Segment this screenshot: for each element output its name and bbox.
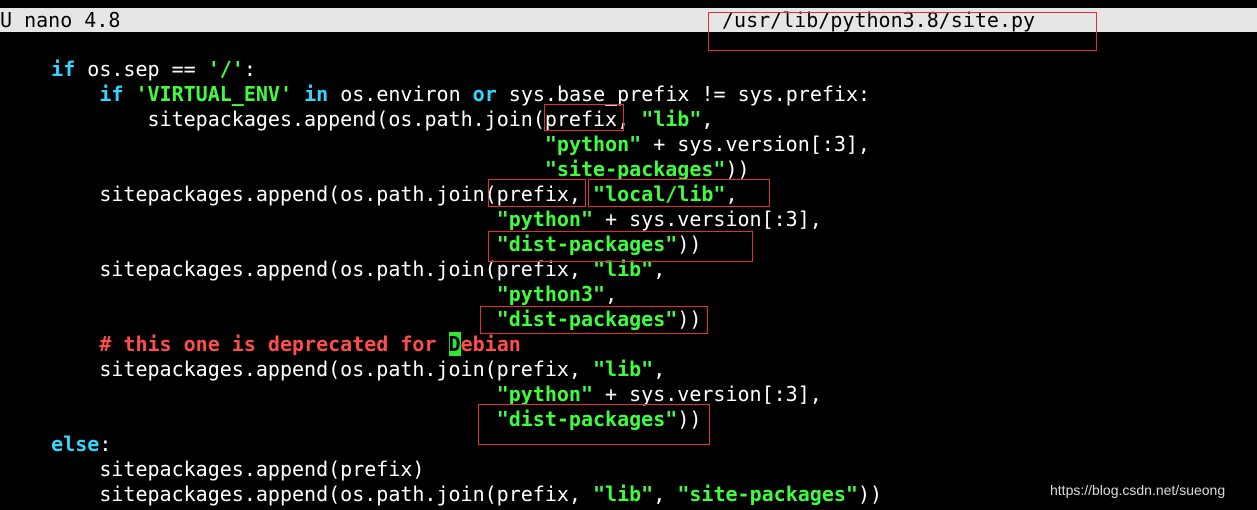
code-text: , bbox=[653, 482, 678, 506]
string-literal: "site-packages" bbox=[544, 157, 726, 181]
code-text: , bbox=[701, 107, 714, 131]
comment: # this one is deprecated for bbox=[99, 332, 449, 356]
code-line-1: if os.sep == '/': bbox=[3, 57, 256, 82]
code-text: )) bbox=[725, 157, 750, 181]
code-text: sitepackages.append(os.path.join(prefix, bbox=[99, 482, 594, 506]
keyword: in bbox=[304, 82, 329, 106]
code-text: sitepackages.append(prefix) bbox=[99, 457, 425, 481]
annotation-box-dist-packages-2 bbox=[480, 306, 708, 334]
keyword: else bbox=[51, 432, 100, 456]
code-text: , bbox=[653, 357, 666, 381]
code-line-12: # this one is deprecated for Debian bbox=[3, 332, 521, 357]
code-text: sitepackages.append(os.path.join(prefix, bbox=[99, 357, 594, 381]
annotation-box-dist-packages-3 bbox=[478, 404, 710, 445]
code-line-2: if 'VIRTUAL_ENV' in os.environ or sys.ba… bbox=[3, 82, 870, 107]
code-text: + sys.version[:3], bbox=[641, 132, 870, 156]
code-text: os.sep == bbox=[75, 57, 208, 81]
keyword: if bbox=[99, 82, 124, 106]
code-line-16: else: bbox=[3, 432, 111, 457]
string-literal: "lib" bbox=[593, 482, 654, 506]
annotation-box-prefix bbox=[544, 104, 624, 131]
code-text: + sys.version[:3], bbox=[593, 207, 822, 231]
code-text: : bbox=[99, 432, 112, 456]
code-line-17: sitepackages.append(prefix) bbox=[3, 457, 424, 482]
code-text: , bbox=[605, 282, 618, 306]
string-literal: 'VIRTUAL_ENV' bbox=[135, 82, 293, 106]
string-literal: "python" bbox=[544, 132, 642, 156]
code-line-13: sitepackages.append(os.path.join(prefix,… bbox=[3, 357, 665, 382]
code-line-10: "python3", bbox=[3, 282, 617, 307]
code-text: : bbox=[243, 57, 256, 81]
string-literal: "site-packages" bbox=[677, 482, 858, 506]
string-literal: '/' bbox=[207, 57, 244, 81]
editor-name: U nano 4.8 bbox=[0, 8, 121, 32]
string-literal: "python" bbox=[496, 207, 594, 231]
annotation-box-prefix-2 bbox=[488, 179, 586, 207]
string-literal: "python3" bbox=[496, 282, 606, 306]
annotation-box-file-path bbox=[708, 12, 1097, 51]
code-text: + sys.version[:3], bbox=[593, 382, 822, 406]
code-text: )) bbox=[857, 482, 883, 506]
keyword: if bbox=[51, 57, 76, 81]
code-text: os.environ bbox=[328, 82, 473, 106]
string-literal: "python" bbox=[496, 382, 594, 406]
annotation-box-local-lib bbox=[588, 179, 770, 207]
keyword: or bbox=[472, 82, 497, 106]
code-line-4: "python" + sys.version[:3], bbox=[3, 132, 870, 157]
text-cursor: D bbox=[448, 332, 461, 356]
string-literal: "lib" bbox=[641, 107, 702, 131]
annotation-box-dist-packages-1 bbox=[488, 231, 753, 262]
code-line-18: sitepackages.append(os.path.join(prefix,… bbox=[3, 482, 882, 507]
comment: ebian bbox=[460, 332, 521, 356]
watermark: https://blog.csdn.net/sueong bbox=[1050, 482, 1226, 498]
string-literal: "lib" bbox=[593, 357, 654, 381]
code-line-7: "python" + sys.version[:3], bbox=[3, 207, 822, 232]
code-text: sys.base_prefix != sys.prefix: bbox=[496, 82, 871, 106]
